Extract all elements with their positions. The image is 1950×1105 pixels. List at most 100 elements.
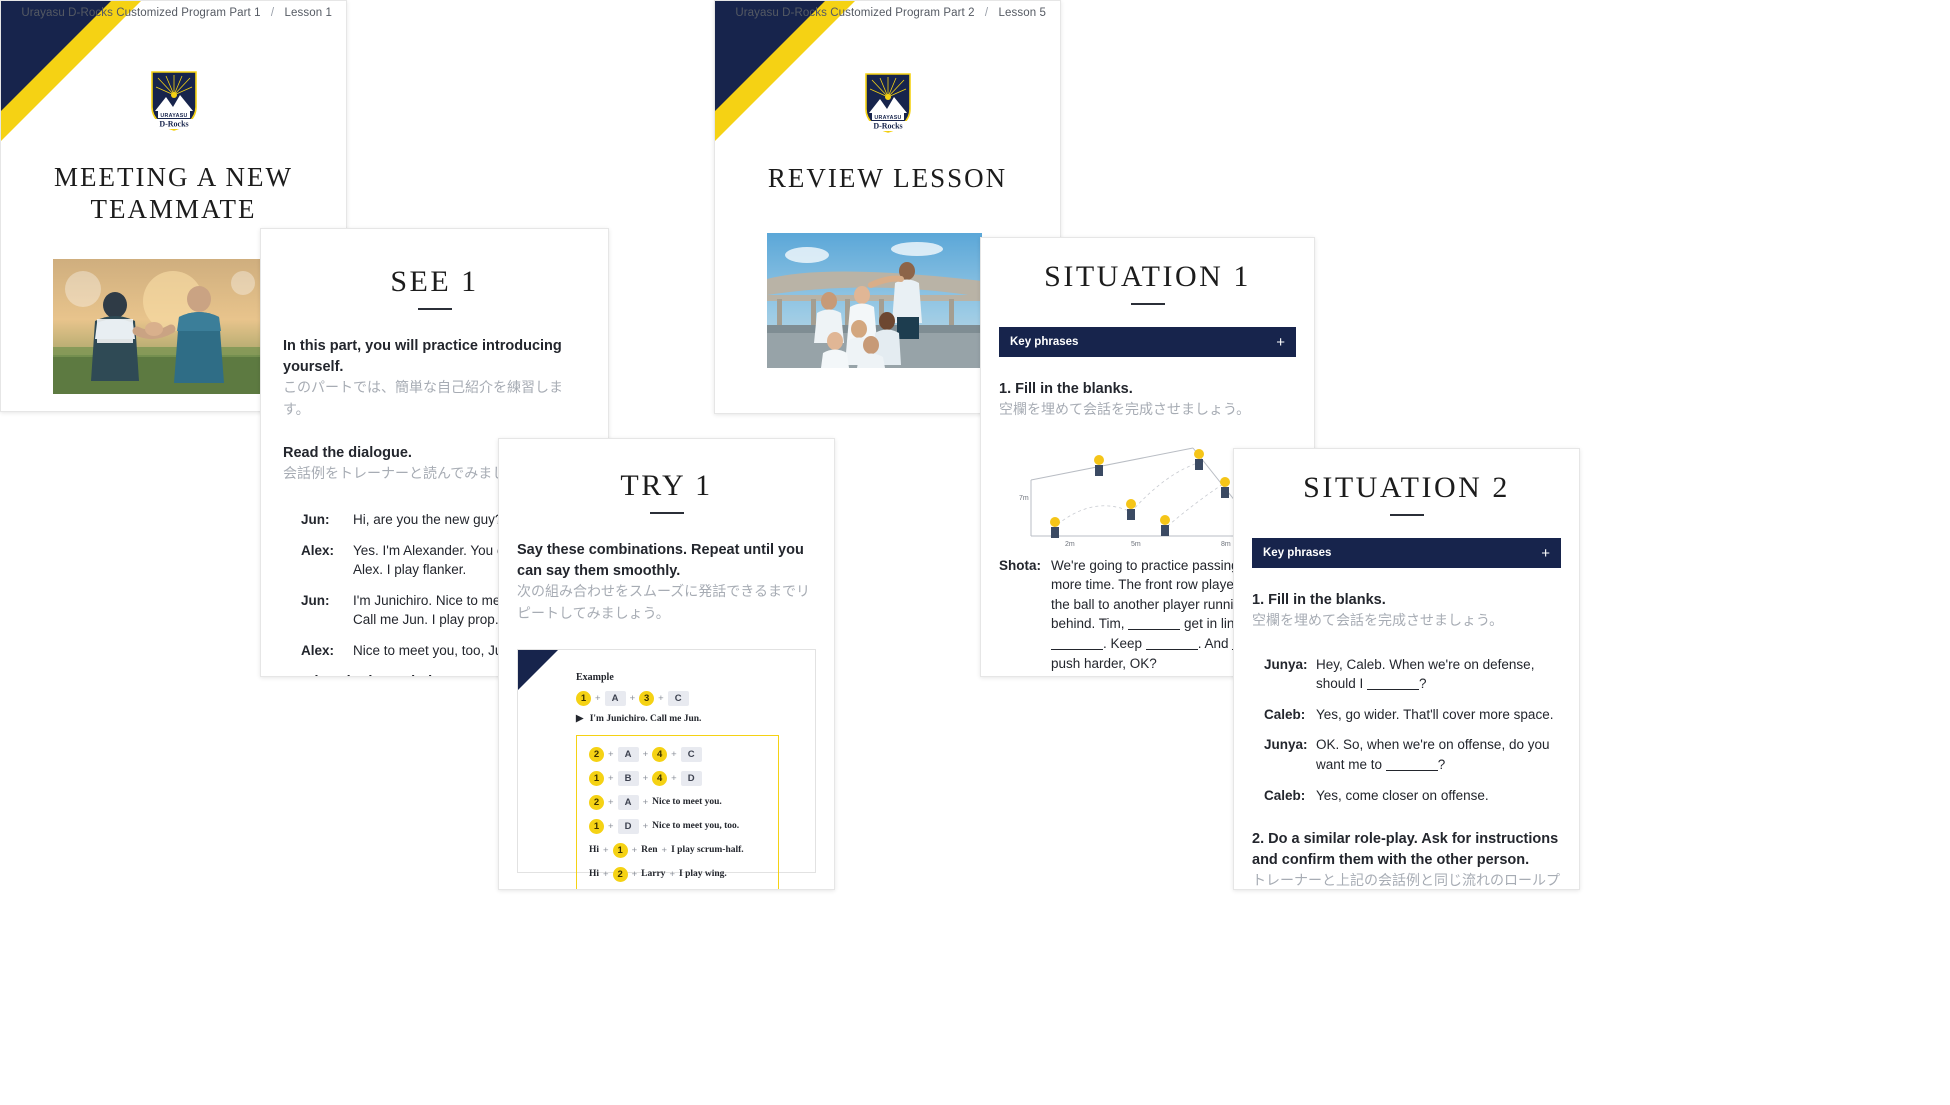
- plus-operator: +: [608, 748, 614, 760]
- phrase-token: Hi: [589, 869, 600, 880]
- plus-operator: +: [608, 772, 614, 784]
- dialogue-line: Junya: Hey, Caleb. When we're on defense,…: [1264, 655, 1561, 694]
- number-token: 1: [576, 690, 591, 706]
- player-marker: [1049, 516, 1060, 538]
- see1-intro-en: In this part, you will practice introduc…: [283, 338, 562, 376]
- photo-team-huddle: [767, 233, 982, 368]
- plus-operator: +: [629, 692, 636, 704]
- plus-operator: +: [608, 796, 614, 808]
- blank-field[interactable]: [1145, 648, 1198, 650]
- phrase-token: I play scrum-half.: [671, 845, 744, 856]
- sit1-task-en: 1. Fill in the blanks.: [999, 381, 1133, 397]
- dialogue-speaker: Jun:: [301, 592, 330, 608]
- slide-title-text: MEETING A NEW TEAMMATE: [54, 162, 293, 225]
- sit2-key-phrases-bar[interactable]: Key phrases +: [1252, 538, 1561, 568]
- sit2-task2-jp: トレーナーと上記の会話例と同じ流れのロールプレイを行います。練習風景を思い浮かべ…: [1252, 873, 1560, 890]
- combination-row: 2 + A + Nice to meet you.: [589, 793, 766, 811]
- plus-operator: +: [595, 692, 601, 704]
- drocks-logo: URAYASU D-Rocks: [149, 69, 199, 138]
- header-program: Urayasu D-Rocks Customized Program Part …: [21, 7, 261, 19]
- slide-title: MEETING A NEW TEAMMATE: [1, 161, 346, 226]
- try1-example-box: Example 1 + A +3 + C ▶ I'm Junichiro. Call me…: [517, 649, 816, 889]
- sit2-dialogue-list: Junya: Hey, Caleb. When we're on defense,…: [1252, 655, 1561, 805]
- slide2-title-text: REVIEW LESSON: [767, 163, 1008, 193]
- number-token: 4: [652, 770, 668, 786]
- expand-plus-icon[interactable]: +: [1276, 334, 1285, 351]
- phrase-token: Ren: [641, 845, 658, 856]
- slide-header: Urayasu D-Rocks Customized Program Part …: [21, 7, 332, 19]
- slide2-title: REVIEW LESSON: [715, 163, 1060, 194]
- dialogue-line: Caleb: Yes, come closer on offense.: [1264, 786, 1561, 806]
- plus-operator: +: [642, 772, 649, 784]
- blank-field[interactable]: [1128, 629, 1181, 631]
- sit2-key-phrases-label: Key phrases: [1263, 547, 1332, 559]
- phrase-token: Larry: [641, 869, 666, 880]
- number-token: 1: [589, 818, 604, 834]
- plus-operator: +: [671, 772, 677, 784]
- navy-corner-icon: [518, 650, 558, 691]
- sit1-key-phrases-bar[interactable]: Key phrases +: [999, 327, 1296, 357]
- dialogue-text: OK. So, when we're on offense, do you wa…: [1316, 737, 1550, 772]
- blank-field[interactable]: [1367, 689, 1420, 691]
- letter-token: A: [617, 794, 639, 810]
- dialogue-text: Yes, come closer on offense.: [1316, 787, 1489, 803]
- number-token: 2: [612, 866, 628, 882]
- sit2-title: SITUATION 2: [1234, 471, 1579, 505]
- combination-row: 2 + A +4 + C: [589, 745, 766, 763]
- dialogue-speaker: Alex:: [301, 542, 335, 558]
- dialogue-text: Yes, go wider. That'll cover more space.: [1316, 706, 1554, 722]
- player-marker: [1219, 476, 1230, 498]
- dialogue-line: Junya: OK. So, when we're on offense, do …: [1264, 735, 1561, 774]
- plus-operator: +: [669, 868, 675, 880]
- sit1-task-jp: 空欄を埋めて会話を完成させましょう。: [999, 402, 1251, 419]
- plus-operator: +: [658, 692, 664, 704]
- see1-title-text: SEE 1: [390, 265, 479, 298]
- number-token: 1: [589, 770, 604, 786]
- plus-operator: +: [631, 868, 638, 880]
- svg-text:D-Rocks: D-Rocks: [873, 122, 902, 131]
- phrase-token: I play wing.: [679, 869, 727, 880]
- try1-combination-table: 2 + A +4 + C 1 + B +4 + D 2 + A + Nice to meet you. 1 + D + N…: [576, 735, 779, 889]
- number-token: 3: [639, 690, 655, 706]
- plus-operator: +: [642, 820, 649, 832]
- blank-field[interactable]: [1385, 769, 1438, 771]
- player-marker: [1125, 498, 1136, 520]
- sit2-task2-en: 2. Do a similar role-play. Ask for instr…: [1252, 831, 1559, 869]
- try1-title-rule: [649, 512, 684, 514]
- blank-field[interactable]: [1051, 648, 1103, 650]
- try1-instruction-jp: 次の組み合わせをスムーズに発話できるまでリピートしてみましょう。: [517, 584, 811, 622]
- photo-handshake-svg: [53, 259, 263, 394]
- dialogue-speaker: Caleb:: [1264, 706, 1306, 722]
- expand-plus-icon-2[interactable]: +: [1541, 545, 1550, 562]
- number-token: 2: [589, 794, 604, 810]
- sit2-task1-jp: 空欄を埋めて会話を完成させましょう。: [1252, 613, 1504, 630]
- header2-program: Urayasu D-Rocks Customized Program Part …: [735, 7, 975, 19]
- letter-token: D: [617, 818, 639, 834]
- number-token: 1: [612, 842, 628, 858]
- diagram-label-2m: 2m: [1065, 541, 1075, 548]
- play-marker-icon: ▶: [576, 714, 584, 725]
- letter-token: A: [617, 746, 639, 762]
- slide-situation-2[interactable]: SITUATION 2 Key phrases + 1. Fill in the…: [1233, 448, 1580, 890]
- see1-title-rule: [417, 308, 452, 310]
- dialogue-speaker: Alex:: [301, 642, 335, 658]
- dialogue-speaker: Junya:: [1264, 656, 1308, 672]
- dialogue-speaker: Junya:: [1264, 737, 1308, 753]
- plus-operator: +: [642, 748, 649, 760]
- try1-example-label: Example: [576, 672, 614, 684]
- header2-lesson: Lesson 5: [998, 7, 1046, 19]
- combination-row: 1 + D + Nice to meet you, too.: [589, 817, 766, 835]
- photo-team-huddle-svg: [767, 233, 982, 368]
- diagram-label-8m: 8m: [1221, 541, 1231, 548]
- sit2-task1-en: 1. Fill in the blanks.: [1252, 592, 1386, 608]
- plus-operator: +: [671, 748, 677, 760]
- drocks-logo-svg: URAYASU D-Rocks: [151, 71, 197, 131]
- plus-operator: +: [603, 868, 609, 880]
- letter-token: A: [604, 690, 626, 706]
- try1-title-text: TRY 1: [620, 469, 713, 502]
- drocks-logo-2: URAYASU D-Rocks: [863, 71, 913, 140]
- sit1-title-text: SITUATION 1: [1044, 260, 1251, 293]
- sit1-title-rule: [1130, 303, 1165, 305]
- slide-try-1[interactable]: TRY 1 Say these combinations. Repeat unt…: [498, 438, 835, 890]
- number-token: 2: [589, 746, 604, 762]
